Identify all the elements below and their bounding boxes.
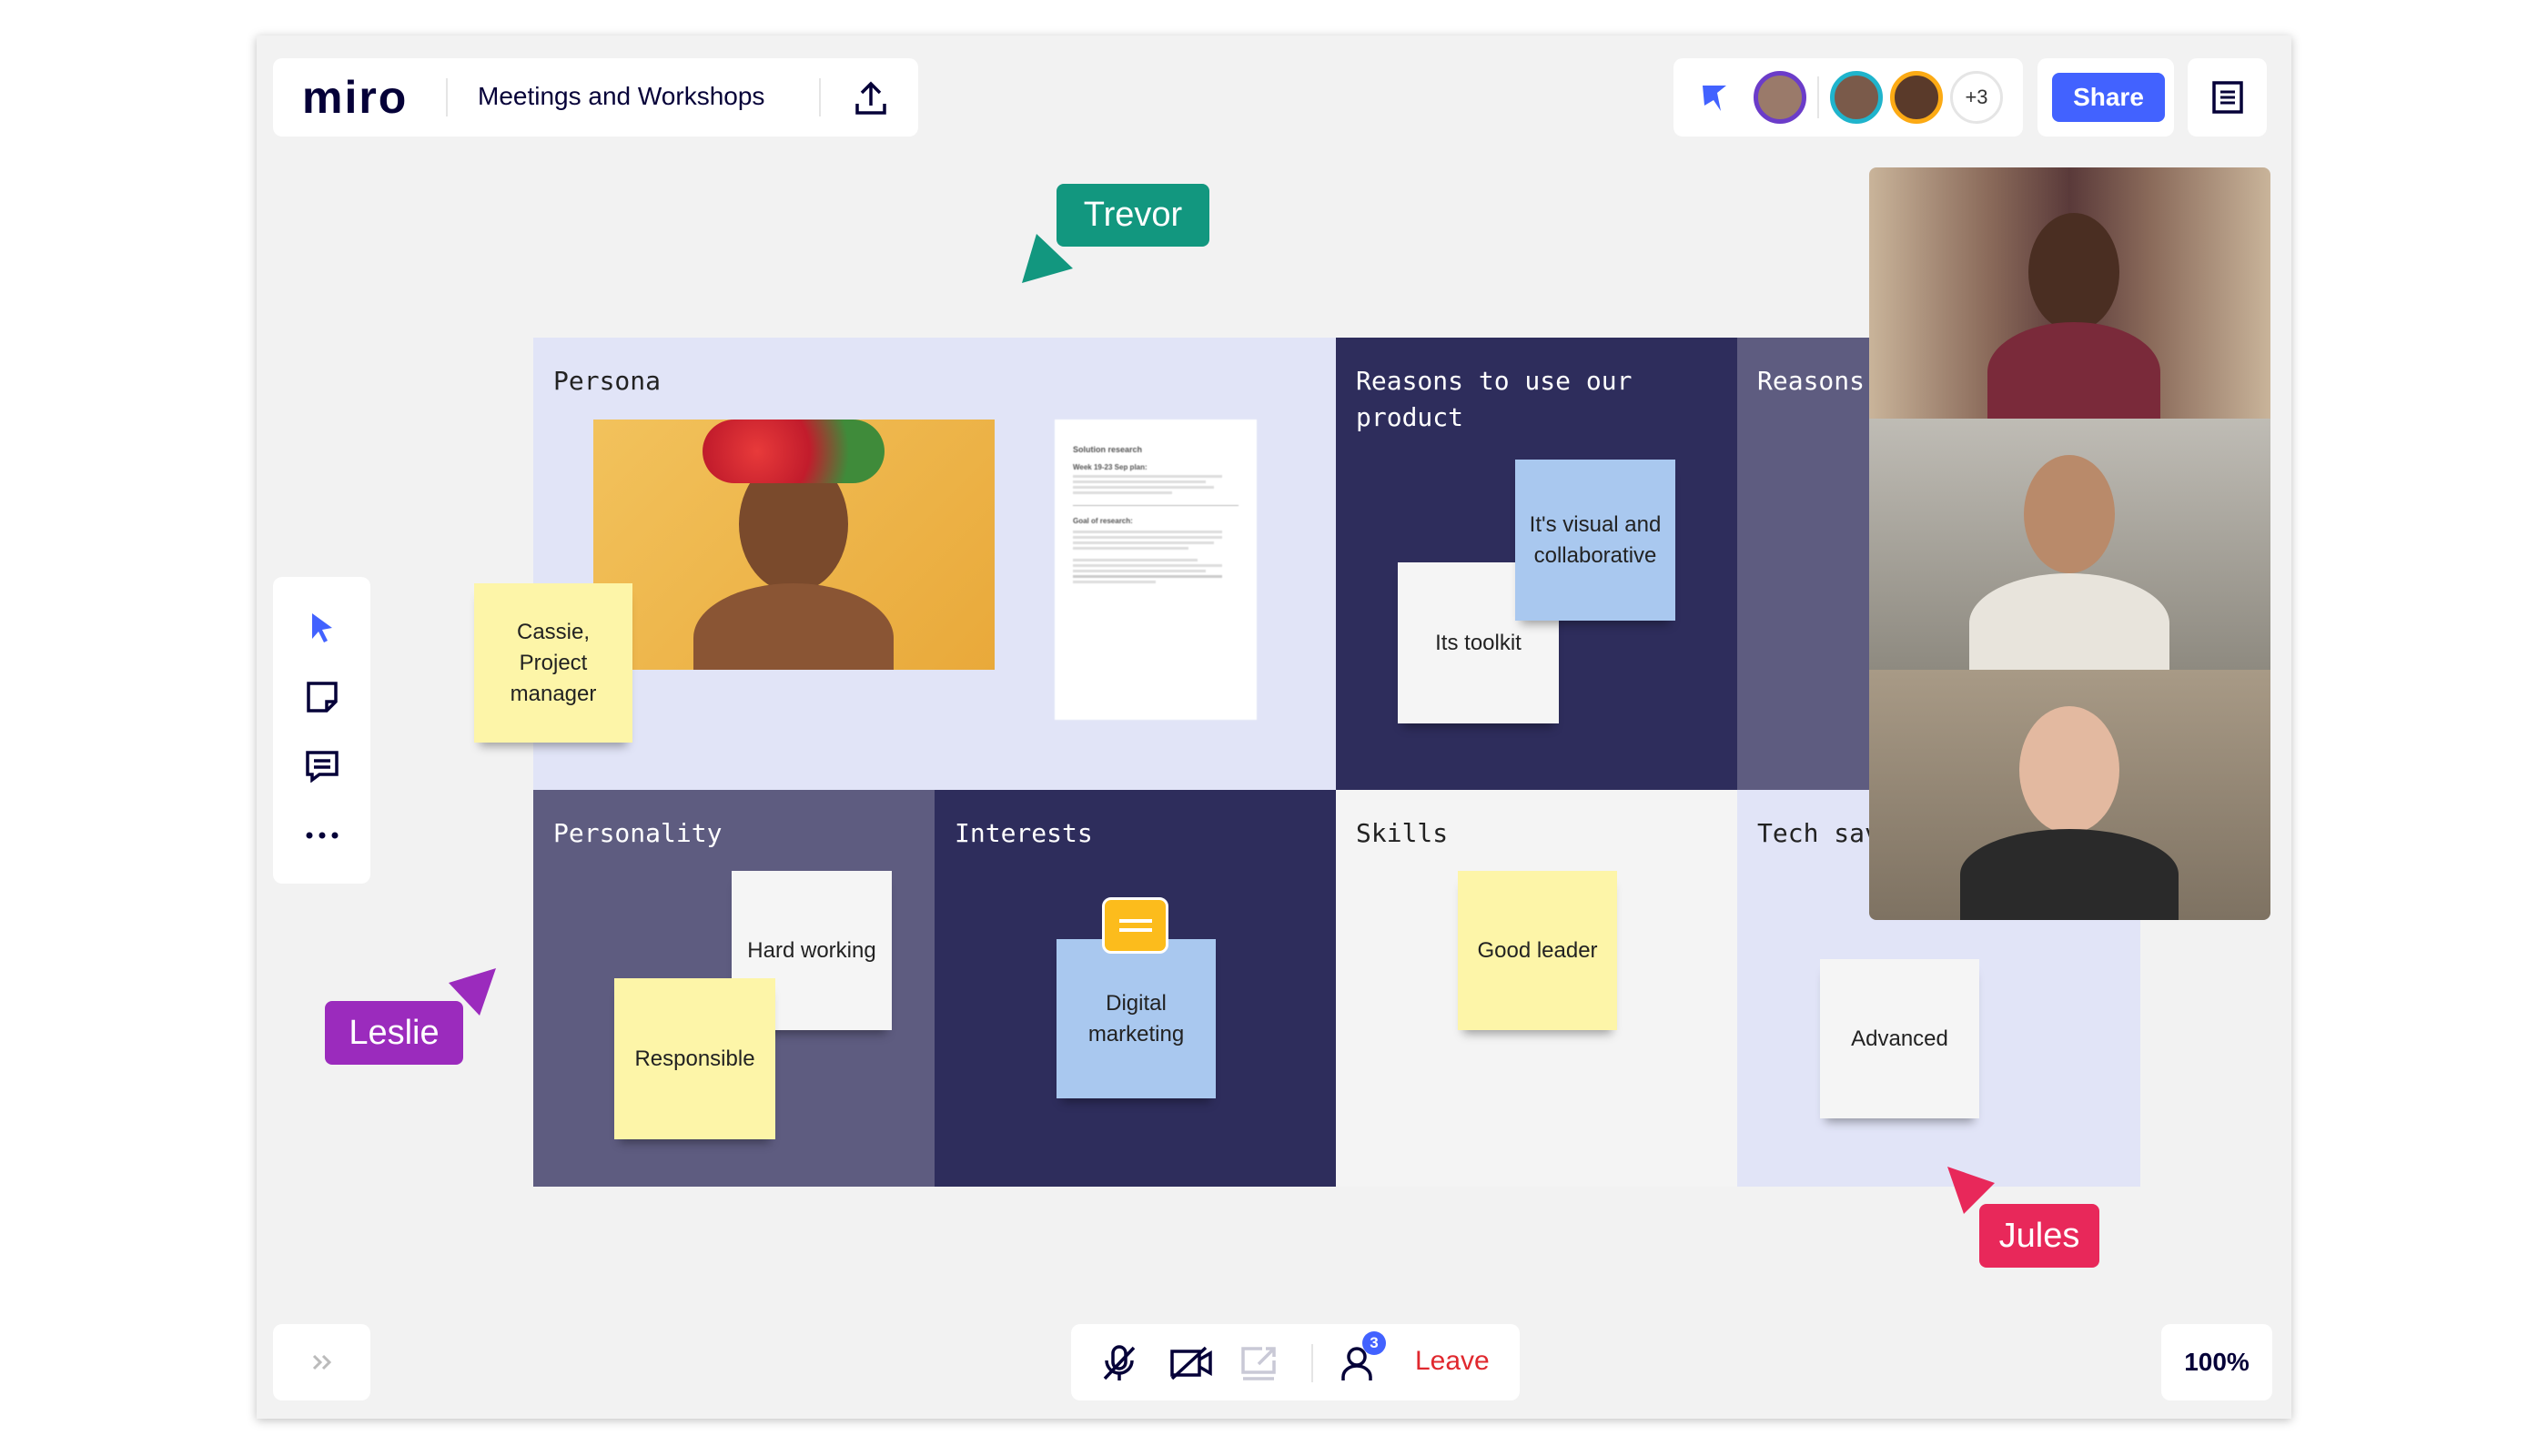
cell-title: Personality [553,818,723,848]
select-tool[interactable] [273,600,370,654]
cursor-label-leslie: Leslie [325,1001,463,1065]
expand-panel-button[interactable] [273,1324,370,1400]
avatar[interactable] [1754,71,1806,124]
sticky-note-icon [306,682,338,713]
participants-count-badge: 3 [1362,1331,1386,1355]
sticky-good-leader[interactable]: Good leader [1458,871,1617,1030]
avatar[interactable] [1890,71,1943,124]
document-subtitle: Week 19-23 Sep plan: [1073,463,1148,471]
leave-call-button[interactable]: Leave [1415,1346,1490,1377]
cursor-label-jules: Jules [1979,1204,2099,1268]
cursor-arrow-icon [1022,234,1073,283]
sticky-visual[interactable]: It's visual and collaborative [1515,460,1675,621]
comment-icon [305,751,339,783]
follow-icon[interactable] [1701,84,1728,113]
persona-photo[interactable] [593,420,995,670]
cursor-arrow-icon [449,968,496,1016]
video-panel [1869,167,2270,920]
call-toolbar: 3 Leave [1071,1324,1520,1400]
chevron-double-right-icon [312,1354,331,1370]
document-card[interactable]: Solution research Week 19-23 Sep plan: G… [1055,420,1257,720]
sticky-digital-marketing[interactable]: Digital marketing [1057,939,1216,1098]
cell-title: Persona [553,366,662,396]
mic-off-icon[interactable] [1101,1344,1138,1382]
cursor-icon [311,613,332,642]
notes-panel [2188,58,2267,136]
comment-icon[interactable] [1102,897,1168,954]
cursor-label-trevor: Trevor [1057,184,1209,247]
more-icon [306,832,338,839]
collaborators-bar: +3 [1673,58,2023,136]
sticky-advanced[interactable]: Advanced [1820,959,1979,1118]
share-button[interactable]: Share [2052,73,2165,122]
video-tile[interactable] [1869,167,2270,422]
cursor-arrow-icon [1947,1167,1995,1214]
camera-off-icon[interactable] [1169,1346,1213,1380]
sticky-responsible[interactable]: Responsible [614,978,775,1139]
video-tile[interactable] [1869,419,2270,673]
share-panel: Share [2037,58,2174,136]
board-header: miro Meetings and Workshops [273,58,918,136]
zoom-level[interactable]: 100% [2161,1324,2272,1400]
sticky-cassie[interactable]: Cassie, Project manager [474,583,632,743]
more-collaborators[interactable]: +3 [1950,71,2003,124]
board-title[interactable]: Meetings and Workshops [478,82,764,111]
cell-title: Interests [955,818,1093,848]
video-tile[interactable] [1869,670,2270,920]
cell-title: Reasons to use our product [1356,366,1633,432]
comment-tool[interactable] [273,739,370,794]
miro-logo[interactable]: miro [302,71,408,124]
document-section: Goal of research: [1073,517,1133,525]
more-tools[interactable] [273,808,370,863]
cell-title: Skills [1356,818,1449,848]
document-list-icon[interactable] [2211,80,2244,115]
sticky-note-tool[interactable] [273,670,370,724]
screen-share-icon[interactable] [1240,1346,1277,1380]
left-toolbar [273,577,370,884]
document-title: Solution research [1073,445,1143,454]
avatar[interactable] [1830,71,1883,124]
board-canvas[interactable]: Persona Reasons to use our product Reaso… [257,35,2291,1419]
upload-icon[interactable] [854,80,888,116]
